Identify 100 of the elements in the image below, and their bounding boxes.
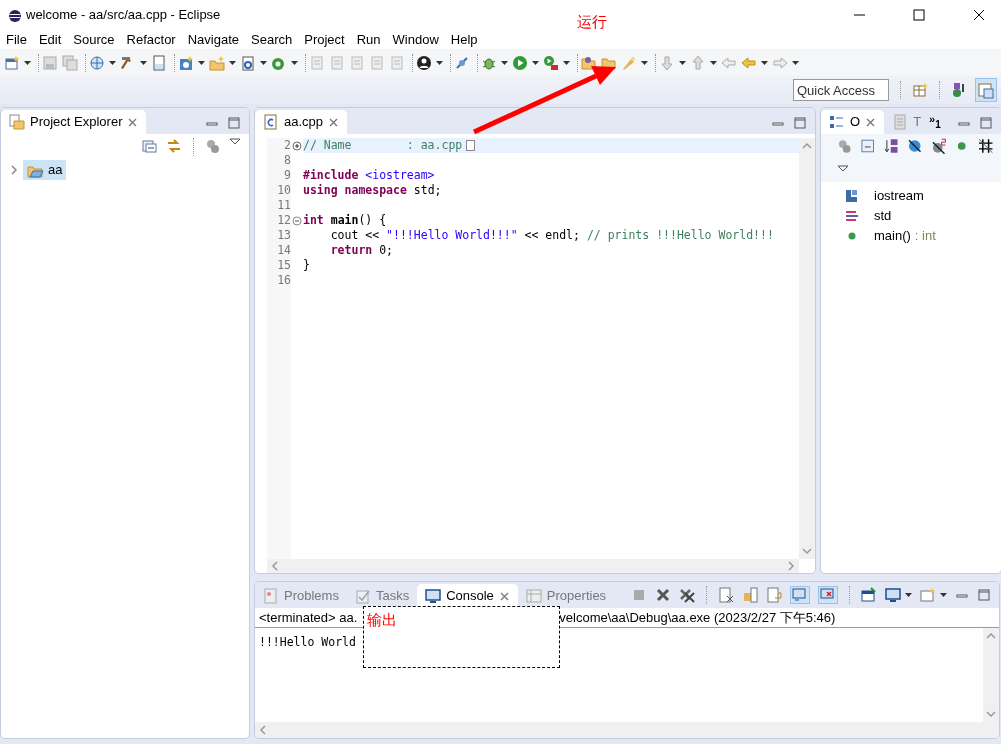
- sort-az-icon[interactable]: [883, 138, 900, 154]
- pin-icon[interactable]: [454, 54, 470, 71]
- monitor-icon[interactable]: [425, 588, 442, 604]
- caret-icon[interactable]: [436, 60, 443, 65]
- menu-item[interactable]: File: [0, 29, 33, 50]
- perspective-icon[interactable]: [912, 82, 928, 98]
- open-folder-icon[interactable]: [581, 54, 597, 71]
- line-number: 14: [276, 243, 291, 258]
- view-tab[interactable]: Console: [417, 584, 518, 608]
- menu-item[interactable]: Refactor: [120, 29, 182, 50]
- display-console-icon[interactable]: [885, 587, 901, 603]
- view-menu-icon[interactable]: [837, 164, 849, 173]
- gears-icon[interactable]: [205, 138, 221, 154]
- return-type: : int: [914, 226, 936, 245]
- menu-item[interactable]: Project: [298, 29, 351, 50]
- show-output-icon[interactable]: [792, 587, 808, 603]
- view-tab[interactable]: O: [821, 110, 885, 134]
- console-status: <terminated> aa.: [259, 608, 358, 627]
- scroll-down-icon[interactable]: [986, 710, 996, 718]
- stop-icon[interactable]: [631, 587, 647, 603]
- scroll-down-icon[interactable]: [802, 547, 812, 555]
- caret-icon[interactable]: [679, 60, 686, 65]
- caret-icon[interactable]: [229, 60, 236, 65]
- link-arrows-icon[interactable]: [166, 138, 182, 154]
- explorer-icon[interactable]: [9, 114, 25, 130]
- menu-item[interactable]: Run: [350, 29, 387, 50]
- collapse-fold-icon[interactable]: [292, 215, 302, 226]
- caret-icon[interactable]: [198, 60, 205, 65]
- more-views-button[interactable]: »1: [929, 114, 941, 130]
- caret-icon[interactable]: [140, 60, 147, 65]
- new-class-icon[interactable]: [178, 54, 194, 71]
- debug-perspective-icon[interactable]: [951, 82, 967, 98]
- hide-fields-icon[interactable]: [907, 138, 923, 154]
- caret-icon[interactable]: [532, 60, 539, 65]
- caret-icon[interactable]: [563, 60, 570, 65]
- caret-icon[interactable]: [260, 60, 267, 65]
- new-file-icon[interactable]: [4, 54, 20, 71]
- hide-macros-icon[interactable]: [977, 138, 993, 154]
- c-file-icon[interactable]: [263, 114, 279, 130]
- tasks-icon[interactable]: [354, 588, 371, 604]
- play-toolbox-icon[interactable]: [543, 54, 559, 71]
- new-source-icon[interactable]: [240, 54, 256, 71]
- menu-item[interactable]: Help: [444, 29, 484, 50]
- line-number: 13: [276, 228, 291, 243]
- scroll-lock-icon[interactable]: [742, 587, 758, 603]
- scroll-left-icon[interactable]: [259, 725, 267, 735]
- view-tab[interactable]: Project Explorer: [1, 110, 147, 134]
- caret-icon[interactable]: [109, 60, 116, 65]
- line-number: 11: [276, 198, 291, 213]
- view-tab[interactable]: Problems: [255, 584, 347, 608]
- outline-item[interactable]: main(): [874, 225, 911, 246]
- menu-item[interactable]: Search: [245, 29, 299, 50]
- collapsed-marker-icon: [466, 140, 476, 151]
- pin-console-icon[interactable]: [861, 587, 877, 603]
- caret-icon[interactable]: [24, 60, 31, 65]
- view-tab[interactable]: Tasks: [346, 584, 418, 608]
- clear-icon[interactable]: [718, 587, 734, 603]
- maximize-icon[interactable]: [913, 9, 925, 21]
- scroll-up-icon[interactable]: [986, 632, 996, 640]
- caret-icon[interactable]: [501, 60, 508, 65]
- menu-item[interactable]: Edit: [32, 29, 68, 50]
- scroll-right-icon[interactable]: [787, 561, 795, 571]
- word-wrap-icon[interactable]: [766, 587, 782, 603]
- view-tab[interactable]: Properties: [517, 584, 615, 608]
- person-icon[interactable]: [416, 54, 432, 71]
- remove-all-icon[interactable]: [679, 587, 695, 603]
- menu-item[interactable]: Navigate: [181, 29, 245, 50]
- caret-icon[interactable]: [710, 60, 717, 65]
- caret-icon[interactable]: [940, 593, 947, 597]
- hide-static-icon[interactable]: [930, 138, 947, 154]
- caret-icon[interactable]: [792, 60, 799, 65]
- view-menu-icon[interactable]: [229, 138, 241, 146]
- expand-fold-icon[interactable]: [292, 140, 302, 151]
- problems-icon[interactable]: [263, 588, 279, 604]
- tree-item[interactable]: aa: [23, 160, 67, 180]
- caret-icon[interactable]: [905, 593, 912, 597]
- globe-icon[interactable]: [89, 54, 105, 71]
- caret-icon[interactable]: [761, 60, 768, 65]
- collapse-all-icon[interactable]: [142, 138, 158, 154]
- menu-item[interactable]: Window: [386, 29, 445, 50]
- editor-tab[interactable]: aa.cpp: [255, 110, 348, 134]
- code-line: using namespace std;: [303, 183, 442, 198]
- menu-item[interactable]: Source: [67, 29, 121, 50]
- c-perspective-icon[interactable]: [978, 82, 994, 99]
- caret-icon[interactable]: [291, 60, 298, 65]
- outline-icon[interactable]: [829, 114, 845, 130]
- remove-icon[interactable]: [655, 587, 671, 603]
- gears-icon[interactable]: [837, 138, 853, 154]
- scroll-up-icon[interactable]: [802, 142, 812, 150]
- quick-access-field[interactable]: Quick Access: [793, 79, 889, 101]
- play-icon[interactable]: [512, 54, 528, 71]
- scroll-left-icon[interactable]: [271, 561, 279, 571]
- close-icon[interactable]: [973, 9, 985, 21]
- view-tab[interactable]: T: [884, 110, 930, 134]
- collapse-all-icon[interactable]: [860, 138, 876, 154]
- code-line: // Name : aa.cpp: [303, 138, 463, 153]
- outline-item[interactable]: iostream: [874, 185, 924, 206]
- caret-icon[interactable]: [641, 60, 648, 65]
- collapsed-icon[interactable]: [9, 165, 19, 175]
- outline-item[interactable]: std: [874, 205, 892, 226]
